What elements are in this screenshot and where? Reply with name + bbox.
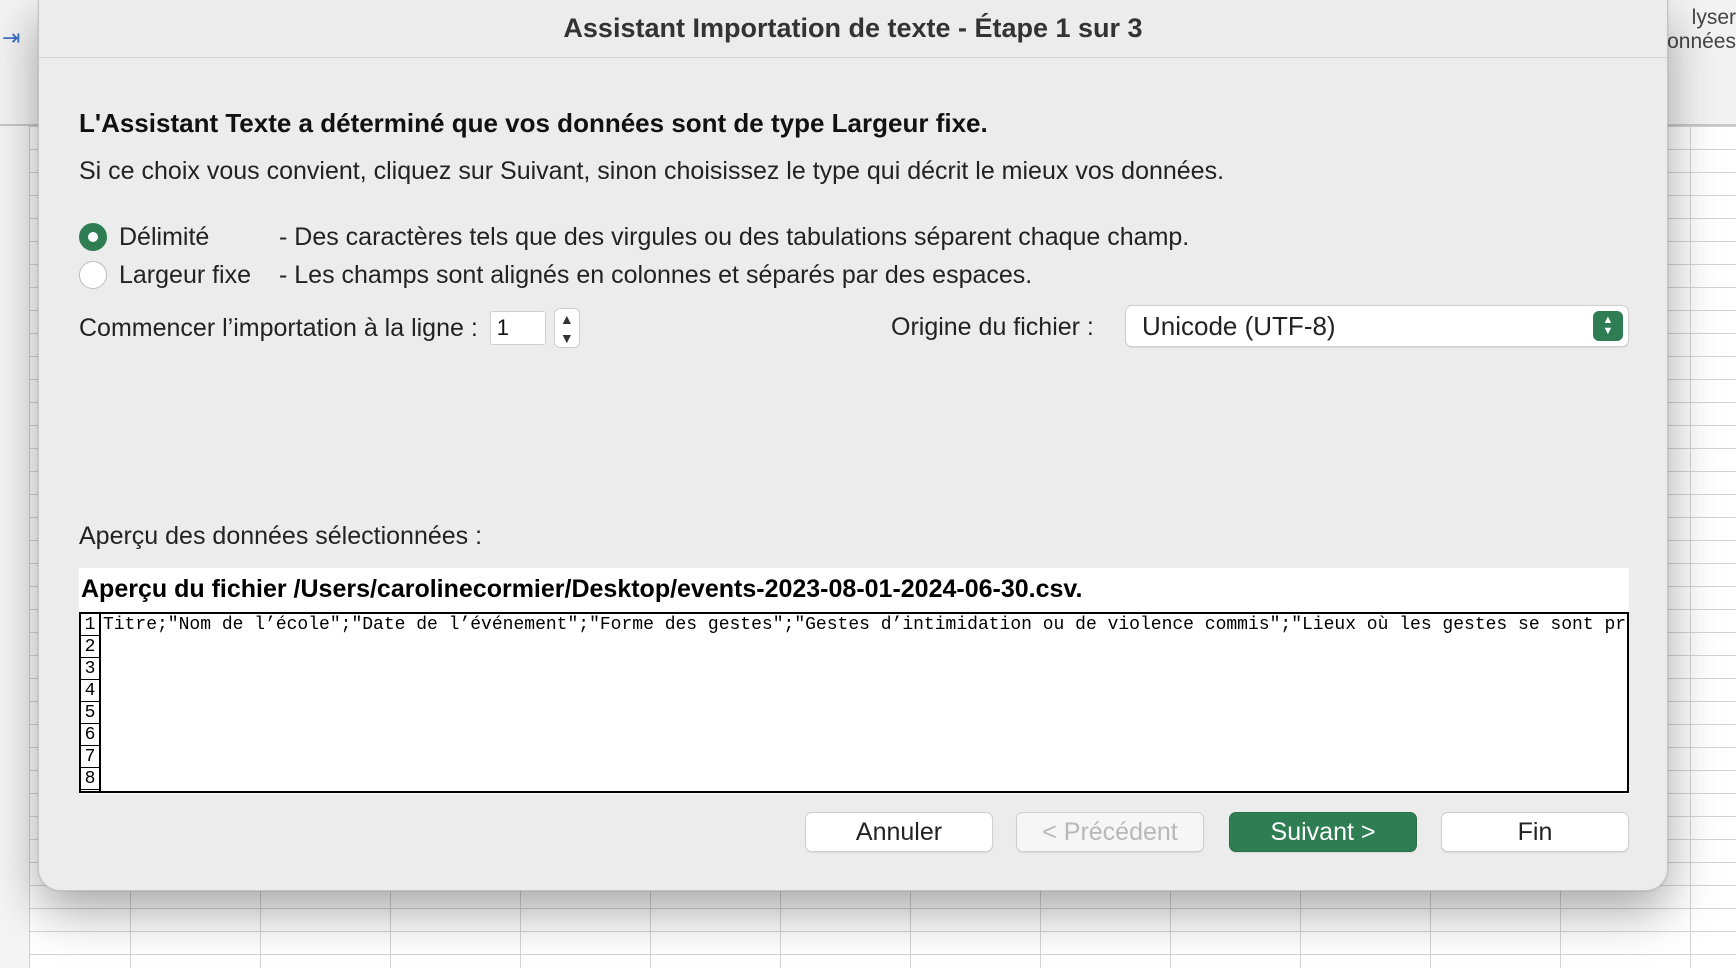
- radio-delimited[interactable]: [79, 223, 107, 251]
- previous-button[interactable]: < Précédent: [1016, 812, 1204, 852]
- file-origin-value: Unicode (UTF-8): [1142, 311, 1336, 341]
- row-header-strip: [0, 126, 30, 968]
- preview-grid[interactable]: 1 2 3 4 5 6 7 8 Titre;"Nom de l’école";"…: [79, 612, 1629, 793]
- radio-fixed-width-label[interactable]: Largeur fixe: [119, 261, 279, 290]
- finish-button[interactable]: Fin: [1441, 812, 1629, 852]
- dialog-title: Assistant Importation de texte - Étape 1…: [39, 0, 1667, 58]
- preview-panel[interactable]: Aperçu du fichier /Users/carolinecormier…: [79, 568, 1629, 794]
- radio-fixed-width[interactable]: [79, 261, 107, 289]
- select-arrows-icon[interactable]: ▲ ▼: [1593, 311, 1623, 341]
- file-origin-label: Origine du fichier :: [891, 313, 1094, 341]
- row-number: 7: [81, 746, 99, 768]
- dialog-subtext: Si ce choix vous convient, cliquez sur S…: [79, 157, 1225, 185]
- ribbon-label-line-2: onnées: [1667, 30, 1736, 53]
- row-number: 6: [81, 724, 99, 746]
- file-origin-select[interactable]: Unicode (UTF-8) ▲ ▼: [1125, 305, 1629, 347]
- select-down-icon: ▼: [1602, 325, 1614, 337]
- next-button[interactable]: Suivant >: [1229, 812, 1417, 852]
- radio-fixed-width-row[interactable]: Largeur fixe - Les champs sont alignés e…: [79, 258, 1032, 292]
- row-number: 4: [81, 680, 99, 702]
- row-number: 2: [81, 636, 99, 658]
- preview-label: Aperçu des données sélectionnées :: [79, 522, 483, 550]
- preview-file-title: Aperçu du fichier /Users/carolinecormier…: [81, 575, 1083, 603]
- start-row-group: Commencer l’importation à la ligne : 1 ▲…: [79, 308, 580, 348]
- row-number: 1: [81, 614, 99, 636]
- row-number: 3: [81, 658, 99, 680]
- start-row-label: Commencer l’importation à la ligne :: [79, 313, 478, 342]
- radio-delimited-row[interactable]: Délimité - Des caractères tels que des v…: [79, 220, 1189, 254]
- stepper-up-icon[interactable]: ▲: [560, 312, 574, 326]
- stepper-down-icon[interactable]: ▼: [560, 331, 574, 345]
- row-number: 5: [81, 702, 99, 724]
- ribbon-label-line-1: lyser: [1691, 6, 1736, 29]
- start-row-stepper[interactable]: ▲ ▼: [553, 308, 580, 348]
- radio-delimited-description: - Des caractères tels que des virgules o…: [279, 222, 1190, 251]
- preview-line-1: Titre;"Nom de l’école";"Date de l’événem…: [103, 615, 1629, 635]
- text-import-dialog: Assistant Importation de texte - Étape 1…: [38, 0, 1668, 891]
- ribbon-analyze-data-label[interactable]: lyser onnées: [1656, 6, 1736, 54]
- radio-fixed-width-description: - Les champs sont alignés en colonnes et…: [279, 260, 1033, 289]
- start-row-input[interactable]: 1: [489, 311, 546, 345]
- indent-icon[interactable]: ⇥: [2, 26, 30, 50]
- preview-row-numbers: 1 2 3 4 5 6 7 8: [81, 614, 101, 791]
- radio-delimited-label[interactable]: Délimité: [119, 223, 279, 252]
- cancel-button[interactable]: Annuler: [805, 812, 993, 852]
- row-number: 8: [81, 768, 99, 790]
- dialog-heading: L'Assistant Texte a déterminé que vos do…: [79, 108, 988, 138]
